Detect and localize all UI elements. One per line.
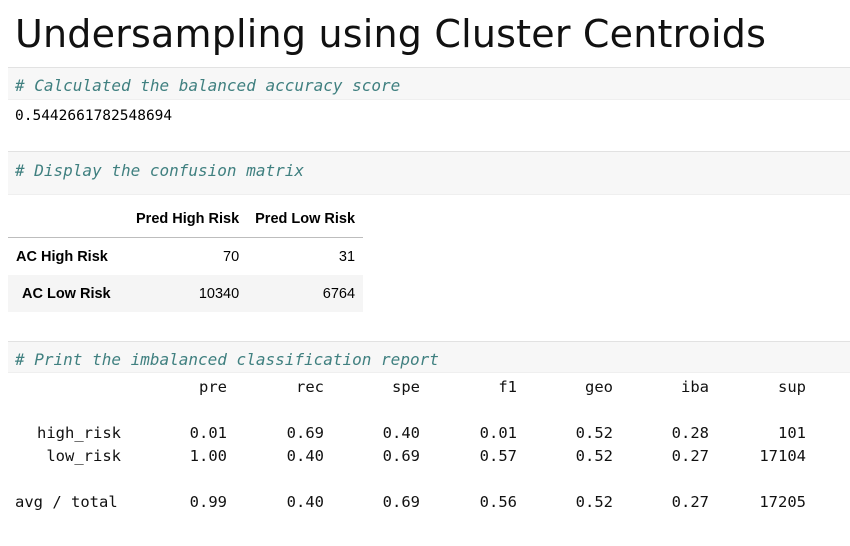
report-cell: 0.69 (382, 493, 420, 511)
report-header: f1 (498, 378, 517, 396)
report-cell: 0.01 (479, 424, 517, 442)
report-cell: 101 (778, 424, 806, 442)
report-row-label: avg / total (15, 493, 118, 511)
report-cell: 17104 (759, 447, 806, 465)
report-cell: 0.52 (575, 493, 613, 511)
code-cell-classification-report[interactable]: # Print the imbalanced classification re… (8, 341, 850, 373)
page-title: Undersampling using Cluster Centroids (15, 12, 767, 56)
report-cell: 0.27 (671, 447, 709, 465)
table-cell: 31 (338, 248, 356, 265)
table-row: AC Low Risk 10340 6764 (8, 275, 364, 312)
report-header: pre (199, 378, 227, 396)
code-comment: # Print the imbalanced classification re… (15, 350, 439, 369)
report-cell: 0.27 (671, 493, 709, 511)
report-header: sup (778, 378, 806, 396)
table-cell: 10340 (198, 285, 240, 302)
confusion-matrix-table: Pred High Risk Pred Low Risk AC High Ris… (8, 200, 364, 312)
report-cell: 17205 (759, 493, 806, 511)
code-comment: # Display the confusion matrix (15, 161, 304, 180)
report-cell: 1.00 (189, 447, 227, 465)
code-comment: # Calculated the balanced accuracy score (15, 76, 401, 95)
row-label: AC High Risk (16, 248, 108, 265)
report-cell: 0.57 (479, 447, 517, 465)
code-cell-confusion-matrix[interactable]: # Display the confusion matrix (8, 151, 850, 195)
balanced-accuracy-output: 0.5442661782548694 (15, 108, 173, 124)
column-header: Pred Low Risk (247, 200, 364, 238)
row-label: AC Low Risk (22, 285, 111, 302)
report-cell: 0.69 (382, 447, 420, 465)
report-row-label: high_risk (37, 424, 121, 442)
report-header: geo (585, 378, 613, 396)
table-header-row: Pred High Risk Pred Low Risk (8, 200, 364, 238)
report-cell: 0.40 (286, 493, 324, 511)
report-cell: 0.52 (575, 424, 613, 442)
report-cell: 0.40 (286, 447, 324, 465)
table-cell: 70 (223, 248, 240, 265)
report-header: spe (392, 378, 420, 396)
code-cell-balanced-accuracy[interactable]: # Calculated the balanced accuracy score (8, 67, 850, 100)
report-cell: 0.99 (189, 493, 227, 511)
report-cell: 0.56 (479, 493, 517, 511)
index-header (8, 200, 128, 238)
report-cell: 0.69 (286, 424, 324, 442)
report-cell: 0.40 (382, 424, 420, 442)
report-cell: 0.52 (575, 447, 613, 465)
report-cell: 0.01 (189, 424, 227, 442)
column-header: Pred High Risk (128, 200, 248, 238)
table-row: AC High Risk 70 31 (8, 237, 364, 275)
table-cell: 6764 (322, 285, 356, 302)
report-header: rec (296, 378, 324, 396)
report-cell: 0.28 (671, 424, 709, 442)
report-row-label: low_risk (46, 447, 121, 465)
report-header: iba (681, 378, 709, 396)
